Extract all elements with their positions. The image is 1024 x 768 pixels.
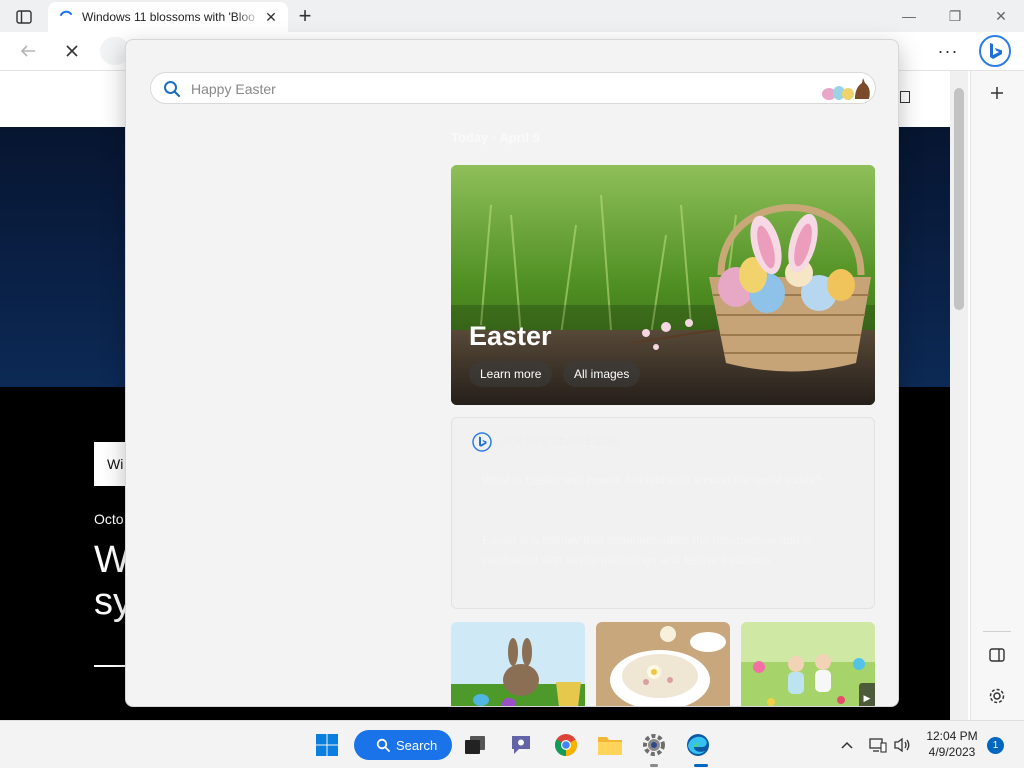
chevron-up-icon bbox=[841, 741, 853, 749]
settings-more-button[interactable]: ··· bbox=[934, 38, 962, 64]
stop-button[interactable] bbox=[58, 38, 86, 64]
edge-button[interactable] bbox=[685, 732, 711, 758]
gear-icon bbox=[989, 688, 1005, 704]
edge-active-indicator bbox=[694, 764, 708, 767]
bing-icon bbox=[472, 432, 492, 452]
add-icon bbox=[991, 87, 1003, 99]
teams-chat-button[interactable] bbox=[508, 732, 534, 758]
easter-eggs-icon bbox=[822, 78, 870, 100]
sidebar-divider bbox=[983, 631, 1011, 632]
start-button[interactable] bbox=[314, 732, 340, 758]
thumbnail-soup[interactable] bbox=[596, 622, 730, 706]
taskbar: Search 12:04 PM 4/9/2023 1 bbox=[0, 720, 1024, 768]
thumbnail-children[interactable] bbox=[741, 622, 875, 706]
task-view-button[interactable] bbox=[462, 732, 488, 758]
volume-icon bbox=[894, 737, 910, 753]
minimize-button[interactable]: — bbox=[886, 0, 932, 32]
sidebar-icon bbox=[989, 648, 1005, 662]
all-images-button[interactable]: All images bbox=[563, 361, 641, 387]
easter-hero-card[interactable]: Easter Learn more All images bbox=[451, 165, 875, 405]
network-button[interactable] bbox=[868, 735, 888, 755]
settings-running-indicator bbox=[650, 764, 658, 767]
hero-title: Easter bbox=[469, 321, 552, 351]
settings-icon bbox=[643, 734, 665, 756]
windows-start-icon bbox=[316, 734, 338, 756]
volume-button[interactable] bbox=[892, 735, 912, 755]
page-square-icon bbox=[900, 91, 910, 103]
teams-chat-icon bbox=[512, 736, 530, 754]
taskbar-search-label: Search bbox=[396, 737, 438, 753]
notification-badge[interactable]: 1 bbox=[987, 737, 1004, 754]
system-clock[interactable]: 12:04 PM 4/9/2023 bbox=[918, 728, 986, 760]
close-tab-button[interactable]: ✕ bbox=[262, 8, 280, 26]
chrome-button[interactable] bbox=[553, 732, 579, 758]
browser-sidebar bbox=[970, 71, 1024, 720]
file-explorer-icon bbox=[598, 737, 622, 755]
tray-overflow-button[interactable] bbox=[837, 735, 857, 755]
loading-spinner-icon bbox=[60, 10, 72, 16]
children-egg-hunt-image bbox=[741, 622, 875, 706]
close-window-button[interactable]: ✕ bbox=[978, 0, 1024, 32]
chat-paragraph-1: What is Easter and how is it celebrated … bbox=[482, 473, 822, 487]
back-arrow-icon bbox=[20, 45, 35, 57]
windows-search-flyout: Today · April 9 bbox=[125, 39, 899, 707]
page-date: Octo bbox=[94, 511, 124, 527]
search-icon bbox=[164, 81, 181, 98]
restore-button[interactable]: ❐ bbox=[932, 0, 978, 32]
chat-title: Ask Bing about Easter bbox=[502, 434, 621, 448]
stop-icon bbox=[66, 45, 78, 57]
browser-tab[interactable]: Windows 11 blossoms with 'Bloo ✕ bbox=[48, 2, 288, 32]
thumbnails-next-button[interactable]: ▶ bbox=[859, 683, 875, 706]
bing-chat-card[interactable]: Ask Bing about Easter What is Easter and… bbox=[451, 417, 875, 609]
thumbnail-bunny[interactable] bbox=[451, 622, 585, 706]
bing-copilot-icon bbox=[979, 35, 1011, 67]
chrome-icon bbox=[555, 734, 577, 756]
search-icon bbox=[376, 738, 390, 752]
search-input[interactable] bbox=[191, 78, 771, 100]
tab-bar: Windows 11 blossoms with 'Bloo ✕ + — ❐ ✕ bbox=[0, 0, 1024, 32]
clock-time: 12:04 PM bbox=[926, 729, 978, 743]
page-scrollbar[interactable] bbox=[950, 71, 968, 720]
easter-soup-image bbox=[596, 622, 730, 706]
back-button[interactable] bbox=[14, 38, 42, 64]
file-explorer-button[interactable] bbox=[597, 732, 623, 758]
hide-sidebar-button[interactable] bbox=[983, 641, 1011, 669]
clock-date: 4/9/2023 bbox=[928, 745, 976, 759]
tab-actions-button[interactable] bbox=[10, 6, 38, 28]
date-line: Today · April 9 bbox=[451, 130, 540, 145]
task-view-icon bbox=[465, 736, 485, 754]
bing-copilot-button[interactable] bbox=[978, 34, 1012, 68]
network-icon bbox=[869, 738, 887, 753]
learn-more-button[interactable]: Learn more bbox=[469, 361, 553, 387]
search-box[interactable] bbox=[150, 72, 876, 104]
edge-icon bbox=[687, 734, 709, 756]
new-tab-button[interactable]: + bbox=[292, 3, 318, 28]
taskbar-search-button[interactable]: Search bbox=[354, 730, 452, 760]
chat-paragraph-2: Easter is a holiday that commemorates th… bbox=[482, 533, 812, 567]
add-sidebar-app-button[interactable] bbox=[983, 79, 1011, 107]
bunny-image bbox=[451, 622, 585, 706]
tab-title: Windows 11 blossoms with 'Bloo bbox=[82, 10, 255, 24]
tab-actions-icon bbox=[16, 10, 32, 24]
sidebar-settings-button[interactable] bbox=[983, 682, 1011, 710]
scrollbar-thumb[interactable] bbox=[954, 88, 964, 310]
settings-button[interactable] bbox=[641, 732, 667, 758]
